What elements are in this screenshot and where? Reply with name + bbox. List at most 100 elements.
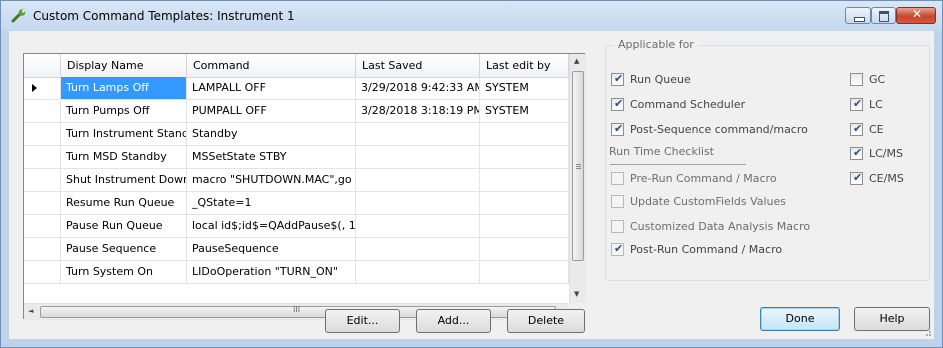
checkbox[interactable]: ✔ bbox=[611, 97, 624, 111]
cell-last-edit-by[interactable]: SYSTEM bbox=[480, 100, 569, 123]
cell-display-name[interactable]: Shut Instrument Down bbox=[61, 169, 187, 192]
checkbox[interactable]: ✔ bbox=[611, 242, 624, 256]
resize-grip-icon[interactable] bbox=[922, 327, 932, 337]
checkbox[interactable] bbox=[850, 73, 863, 86]
scroll-left-icon[interactable]: ◄ bbox=[28, 307, 33, 315]
row-header-cell[interactable] bbox=[24, 100, 61, 123]
checkbox[interactable]: ✔ bbox=[850, 146, 863, 160]
cell-display-name[interactable]: Turn System On bbox=[61, 261, 187, 284]
cell-last-saved[interactable] bbox=[356, 123, 480, 146]
checkbox-label: Update CustomFields Values bbox=[630, 195, 787, 208]
cell-last-edit-by[interactable] bbox=[480, 146, 569, 169]
checkmark-icon: ✔ bbox=[614, 242, 624, 255]
current-row-arrow-icon bbox=[32, 84, 37, 92]
cell-last-saved[interactable] bbox=[356, 169, 480, 192]
cell-last-saved[interactable]: 3/29/2018 9:42:33 AM bbox=[356, 77, 480, 100]
cell-command[interactable]: MSSetState STBY bbox=[187, 146, 356, 169]
row-header-cell[interactable] bbox=[24, 192, 61, 215]
checkbox-label: Post-Sequence command/macro bbox=[630, 123, 808, 136]
cell-command[interactable]: PauseSequence bbox=[187, 238, 356, 261]
cell-last-edit-by[interactable] bbox=[480, 192, 569, 215]
cell-display-name[interactable]: Pause Sequence bbox=[61, 238, 187, 261]
column-header-command[interactable]: Command bbox=[187, 54, 356, 77]
table-row[interactable]: Turn Instrument StandbyStandby bbox=[24, 123, 569, 146]
cell-last-edit-by[interactable] bbox=[480, 123, 569, 146]
column-header-last-saved[interactable]: Last Saved bbox=[356, 54, 480, 77]
cell-last-saved[interactable] bbox=[356, 192, 480, 215]
cell-command[interactable]: macro "SHUTDOWN.MAC",go bbox=[187, 169, 356, 192]
cell-last-saved[interactable] bbox=[356, 261, 480, 284]
cell-command[interactable]: LIDoOperation "TURN_ON" bbox=[187, 261, 356, 284]
cell-display-name[interactable]: Turn Lamps Off bbox=[61, 77, 187, 100]
cell-last-saved[interactable] bbox=[356, 215, 480, 238]
edit-button[interactable]: Edit... bbox=[325, 309, 400, 333]
column-header-last-edit-by[interactable]: Last edit by bbox=[480, 54, 569, 77]
checkbox[interactable]: ✔ bbox=[850, 171, 863, 185]
cell-command[interactable]: _QState=1 bbox=[187, 192, 356, 215]
cell-command[interactable]: PUMPALL OFF bbox=[187, 100, 356, 123]
checkbox[interactable]: ✔ bbox=[611, 122, 624, 136]
row-header-cell[interactable] bbox=[24, 77, 61, 100]
cell-last-edit-by[interactable]: SYSTEM bbox=[480, 77, 569, 100]
vertical-scrollbar[interactable]: ▲ ▼ bbox=[569, 54, 586, 303]
checkbox-label: Run Queue bbox=[630, 73, 691, 86]
row-header-cell[interactable] bbox=[24, 238, 61, 261]
close-button[interactable]: ✕ bbox=[896, 7, 936, 24]
column-header-display-name[interactable]: Display Name bbox=[61, 54, 187, 77]
cell-display-name[interactable]: Turn MSD Standby bbox=[61, 146, 187, 169]
checkmark-icon: ✔ bbox=[614, 72, 624, 85]
cell-command[interactable]: Standby bbox=[187, 123, 356, 146]
row-header-cell[interactable] bbox=[24, 215, 61, 238]
cell-last-edit-by[interactable] bbox=[480, 261, 569, 284]
close-icon: ✕ bbox=[911, 7, 923, 21]
checkbox[interactable]: ✔ bbox=[611, 72, 624, 86]
cell-last-saved[interactable] bbox=[356, 238, 480, 261]
table-row[interactable]: Turn Pumps Off PUMPALL OFF 3/28/2018 3:18:… bbox=[24, 100, 569, 123]
cell-display-name[interactable]: Turn Pumps Off bbox=[61, 100, 187, 123]
cell-display-name[interactable]: Pause Run Queue bbox=[61, 215, 187, 238]
scroll-up-icon[interactable]: ▲ bbox=[574, 57, 579, 65]
scroll-down-icon[interactable]: ▼ bbox=[574, 290, 579, 298]
checkbox[interactable] bbox=[611, 220, 624, 233]
row-header-cell[interactable] bbox=[24, 169, 61, 192]
table-row[interactable]: Pause Run Queue local id$;id$=QAddPause$(… bbox=[24, 215, 569, 238]
vertical-scroll-thumb[interactable] bbox=[572, 71, 584, 261]
command-templates-grid[interactable]: Display Name Command Last Saved Last edi… bbox=[23, 53, 586, 320]
done-button[interactable]: Done bbox=[760, 307, 840, 331]
cell-last-edit-by[interactable] bbox=[480, 215, 569, 238]
table-row[interactable]: Pause Sequence PauseSequence bbox=[24, 238, 569, 261]
checkbox-label: Pre-Run Command / Macro bbox=[630, 172, 777, 185]
cell-display-name[interactable]: Turn Instrument Standby bbox=[61, 123, 187, 146]
checkbox-label: LC/MS bbox=[869, 147, 903, 160]
row-header-cell[interactable] bbox=[24, 261, 61, 284]
checkmark-icon: ✔ bbox=[853, 171, 863, 184]
title-bar[interactable]: Custom Command Templates: Instrument 1 ✕ bbox=[1, 1, 942, 31]
row-header-cell[interactable] bbox=[24, 123, 61, 146]
cell-last-saved[interactable] bbox=[356, 146, 480, 169]
cell-last-saved[interactable]: 3/28/2018 3:18:19 PM bbox=[356, 100, 480, 123]
table-row[interactable]: Turn Lamps Off LAMPALL OFF 3/29/2018 9:42:… bbox=[24, 77, 569, 100]
cell-command[interactable]: local id$;id$=QAddPause$(, 1) bbox=[187, 215, 356, 238]
cell-last-edit-by[interactable] bbox=[480, 238, 569, 261]
table-row[interactable]: Turn System On LIDoOperation "TURN_ON" bbox=[24, 261, 569, 284]
checkbox[interactable] bbox=[611, 195, 624, 208]
help-button[interactable]: Help bbox=[854, 307, 930, 331]
checkbox[interactable]: ✔ bbox=[850, 97, 863, 111]
add-button[interactable]: Add... bbox=[416, 309, 491, 333]
cell-last-edit-by[interactable] bbox=[480, 169, 569, 192]
delete-button[interactable]: Delete bbox=[507, 309, 585, 333]
checkbox-label: CE/MS bbox=[869, 172, 904, 185]
checkbox-label: CE bbox=[869, 123, 884, 136]
minimize-button[interactable] bbox=[845, 7, 871, 24]
checkbox[interactable] bbox=[611, 172, 624, 185]
table-row[interactable]: Shut Instrument Down macro "SHUTDOWN.MAC"… bbox=[24, 169, 569, 192]
checkbox[interactable]: ✔ bbox=[850, 122, 863, 136]
row-header-cell[interactable] bbox=[24, 146, 61, 169]
separator-line bbox=[610, 164, 746, 165]
cell-command[interactable]: LAMPALL OFF bbox=[187, 77, 356, 100]
cell-display-name[interactable]: Resume Run Queue bbox=[61, 192, 187, 215]
table-row[interactable]: Turn MSD Standby MSSetState STBY bbox=[24, 146, 569, 169]
maximize-button[interactable] bbox=[871, 7, 896, 24]
table-row[interactable]: Resume Run Queue _QState=1 bbox=[24, 192, 569, 215]
dialog-client-area: Display Name Command Last Saved Last edi… bbox=[9, 31, 934, 339]
